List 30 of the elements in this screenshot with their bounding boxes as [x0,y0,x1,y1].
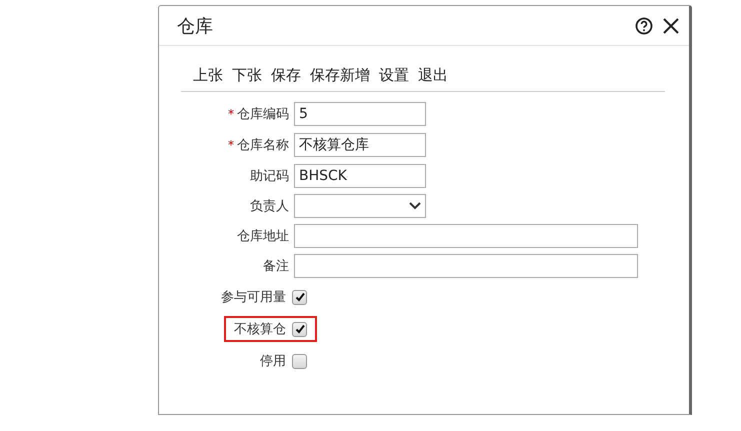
text-field[interactable]: 5 [294,102,426,126]
field-label: 助记码 [250,168,289,184]
required-mark: * [228,106,234,120]
field-label: 负责人 [250,198,289,215]
toolbar-button[interactable]: 保存 [271,66,301,85]
text-field[interactable] [294,254,638,278]
text-field[interactable]: BHSCK [294,164,426,188]
field-label: 仓库地址 [237,228,289,245]
field-label: 仓库编码 [237,106,289,122]
field-label: 不核算仓 [234,321,286,338]
select-field[interactable] [294,194,426,218]
chevron-down-icon [409,202,421,210]
toolbar-button[interactable]: 保存新增 [310,66,370,85]
toolbar-button[interactable]: 退出 [418,66,448,85]
toolbar-button[interactable]: 设置 [379,66,409,85]
checkbox[interactable] [292,290,307,304]
text-field[interactable]: 不核算仓库 [294,132,426,156]
toolbar-button[interactable]: 下张 [232,66,262,85]
close-icon[interactable] [663,18,679,34]
checkbox[interactable] [292,354,307,368]
checkbox[interactable] [292,322,307,336]
field-label: 参与可用量 [221,289,286,306]
text-field[interactable] [294,224,638,248]
field-label: 停用 [260,353,286,370]
field-label: 备注 [263,258,289,275]
window-title: 仓库 [177,14,214,38]
toolbar-button[interactable]: 上张 [193,66,223,85]
required-mark: * [228,138,234,152]
field-label: 仓库名称 [237,136,289,154]
help-icon[interactable] [635,16,653,34]
